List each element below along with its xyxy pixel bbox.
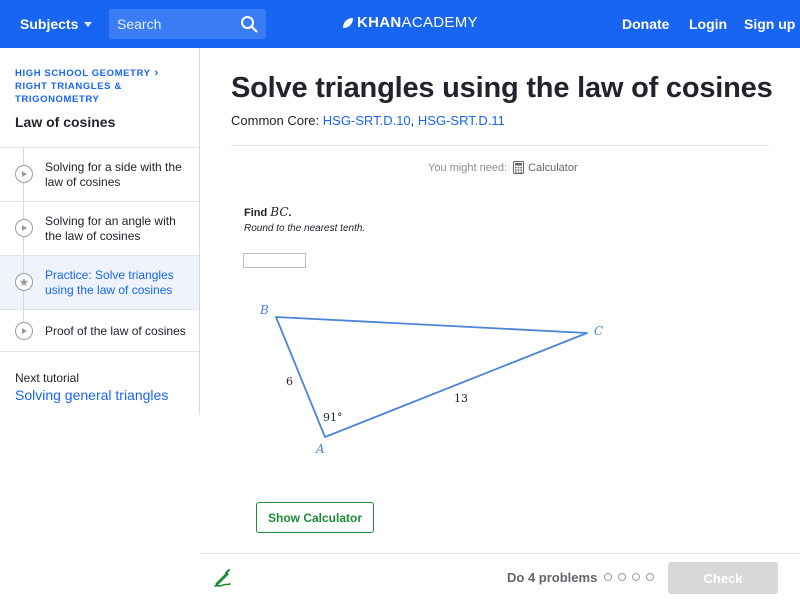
divider [231,145,769,146]
breadcrumb-unit-line2: TRIGONOMETRY [15,94,100,105]
calculator-link-label: Calculator [528,161,578,174]
subjects-label: Subjects [20,16,79,32]
progress-dot [646,573,654,581]
find-prefix: Find [244,207,268,219]
signup-link[interactable]: Sign up [744,16,795,32]
find-variable: BC [270,205,289,219]
vertex-label-c: C [594,324,603,338]
side-label-ac: 13 [454,392,468,405]
progress-dots [604,573,654,581]
donate-link[interactable]: Donate [622,16,669,32]
answer-input[interactable] [243,253,306,268]
login-link[interactable]: Login [689,16,727,32]
common-core-standards: Common Core: HSG-SRT.D.10, HSG-SRT.D.11 [231,113,505,128]
vertex-label-b: B [259,303,269,317]
sidebar-item-solving-angle[interactable]: Solving for an angle with the law of cos… [0,202,199,256]
calculator-icon [513,161,525,174]
khan-academy-logo[interactable]: KHAN ACADEMY [342,14,478,31]
progress-dot [604,573,612,581]
sidebar-item-proof[interactable]: Proof of the law of cosines [0,310,199,352]
page-title: Solve triangles using the law of cosines [231,72,773,104]
angle-label-a: 91° [323,411,343,424]
standard-separator: , [410,113,415,128]
leaf-logo-icon [343,17,353,28]
tutorial-title: Law of cosines [15,114,116,130]
search-input[interactable] [109,9,233,39]
play-icon [15,219,33,237]
breadcrumb[interactable]: HIGH SCHOOL GEOMETRY › RIGHT TRIANGLES & … [15,67,159,106]
standard-link-srt-d11[interactable]: HSG-SRT.D.11 [418,113,505,128]
check-button[interactable]: Check [668,562,778,594]
sidebar-item-practice[interactable]: Practice: Solve triangles using the law … [0,256,199,310]
rounding-instruction: Round to the nearest tenth. [244,223,366,234]
sidebar-item-label: Practice: Solve triangles using the law … [45,268,174,297]
logo-text-bold: KHAN [357,14,402,31]
chevron-right-icon: › [154,67,159,79]
common-core-label: Common Core: [231,113,320,128]
find-suffix: . [288,207,292,219]
standard-link-srt-d10[interactable]: HSG-SRT.D.10 [323,113,411,128]
next-tutorial-link[interactable]: Solving general triangles [15,387,168,403]
question-prompt: Find BC. [244,205,292,219]
top-navigation-bar: Subjects KHANACADEMY Donate Login Sign u… [0,0,800,48]
triangle-diagram: B C A 6 13 91° [259,303,603,456]
calculator-link[interactable]: Calculator [510,161,578,174]
sidebar-item-solving-side[interactable]: Solving for a side with the law of cosin… [0,148,199,202]
sidebar-item-label: Solving for an angle with the law of cos… [45,214,176,243]
tools-needed: You might need: Calculator [428,161,578,174]
side-label-ab: 6 [286,375,293,388]
caret-down-icon [84,21,93,27]
next-tutorial-label: Next tutorial [15,371,80,385]
progress-dot [632,573,640,581]
progress-dot [618,573,626,581]
play-icon [15,322,33,340]
sidebar-item-label: Proof of the law of cosines [45,324,186,338]
subjects-menu-button[interactable]: Subjects [20,16,93,32]
breadcrumb-course: HIGH SCHOOL GEOMETRY [15,68,151,79]
might-need-label: You might need: [428,161,508,174]
search-icon[interactable] [240,15,258,33]
problem-count-label: Do 4 problems [507,570,598,585]
tutorial-item-list: Solving for a side with the law of cosin… [0,147,199,352]
vertex-label-a: A [315,442,325,456]
logo-text-light: ACADEMY [401,14,478,31]
progress-rail [23,310,24,322]
tutorial-sidebar: HIGH SCHOOL GEOMETRY › RIGHT TRIANGLES & … [0,48,200,415]
search-box [109,9,266,39]
star-icon [15,273,33,291]
show-calculator-button[interactable]: Show Calculator [256,502,374,533]
exercise-footer: Do 4 problems Check [200,553,800,600]
scratchpad-pencil-icon[interactable] [213,568,233,588]
breadcrumb-unit-line1: RIGHT TRIANGLES & [15,81,122,92]
sidebar-item-label: Solving for a side with the law of cosin… [45,160,182,189]
play-icon [15,165,33,183]
